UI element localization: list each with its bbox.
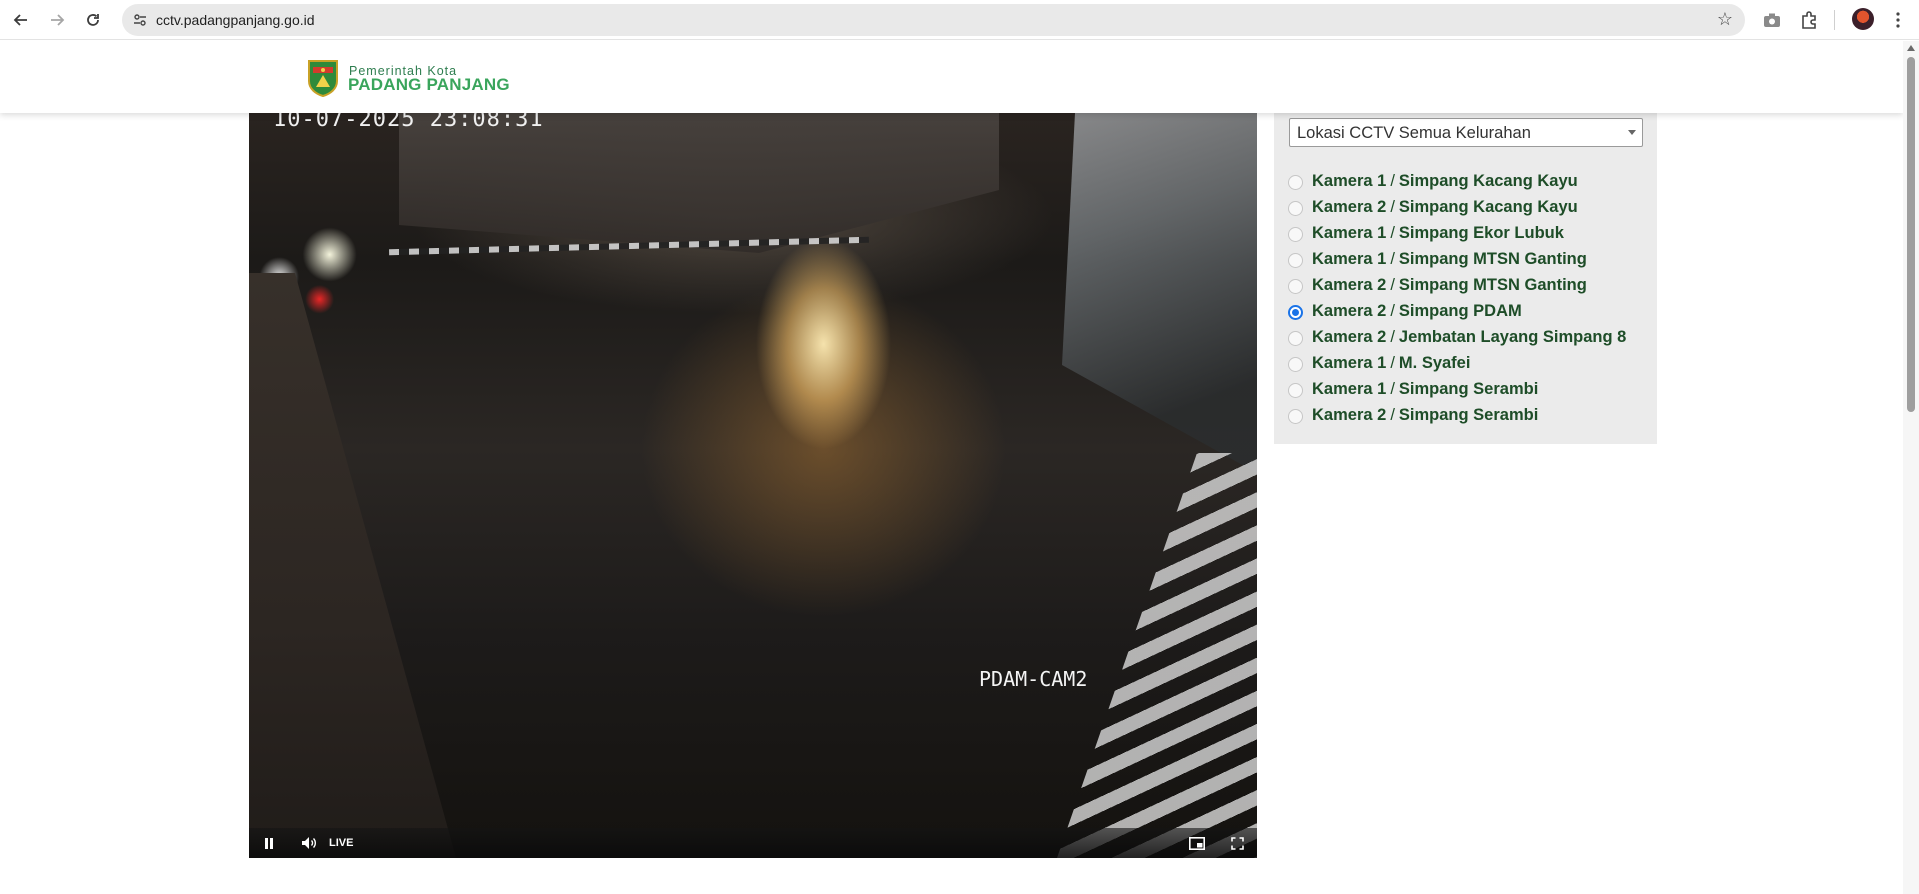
camera-option-label[interactable]: Kamera 2/Simpang MTSN Ganting [1312, 276, 1587, 295]
camera-number: Kamera 1 [1312, 250, 1387, 268]
camera-number: Kamera 2 [1312, 276, 1387, 294]
camera-location: M. Syafei [1398, 354, 1471, 372]
video-scene-sidewalk [249, 273, 456, 858]
camera-radio[interactable] [1288, 331, 1303, 346]
video-controls: LIVE [249, 828, 1257, 858]
video-scene-building-right [1062, 113, 1257, 473]
camera-option-label[interactable]: Kamera 1/Simpang Kacang Kayu [1312, 172, 1578, 191]
browser-toolbar: cctv.padangpanjang.go.id ☆ [0, 0, 1919, 40]
camera-number: Kamera 2 [1312, 328, 1387, 346]
camera-panel: Lokasi CCTV Semua Kelurahan Kamera 1/Sim… [1274, 113, 1657, 444]
video-camera-label: PDAM-CAM2 [979, 667, 1088, 691]
camera-radio[interactable] [1288, 253, 1303, 268]
camera-location: Simpang PDAM [1398, 302, 1522, 320]
camera-separator: / [1390, 302, 1395, 320]
camera-location: Jembatan Layang Simpang 8 [1398, 328, 1627, 346]
camera-separator: / [1390, 406, 1395, 424]
live-indicator: LIVE [329, 837, 354, 849]
camera-radio[interactable] [1288, 279, 1303, 294]
camera-location: Simpang Kacang Kayu [1398, 172, 1578, 190]
camera-separator: / [1390, 250, 1395, 268]
fullscreen-icon[interactable] [1228, 833, 1246, 853]
site-info-icon[interactable] [132, 12, 148, 28]
camera-separator: / [1390, 198, 1395, 216]
camera-separator: / [1390, 354, 1395, 372]
camera-option[interactable]: Kamera 1/Simpang Ekor Lubuk [1274, 221, 1657, 247]
forward-icon[interactable] [44, 7, 70, 33]
profile-avatar[interactable] [1852, 8, 1874, 30]
reload-icon[interactable] [80, 7, 106, 33]
city-emblem-icon[interactable] [307, 59, 339, 97]
scrollbar-thumb[interactable] [1907, 57, 1915, 412]
camera-option-label[interactable]: Kamera 2/Simpang Serambi [1312, 406, 1538, 425]
camera-radio[interactable] [1288, 383, 1303, 398]
camera-radio[interactable] [1288, 201, 1303, 216]
camera-separator: / [1390, 380, 1395, 398]
camera-option-label[interactable]: Kamera 2/Simpang Kacang Kayu [1312, 198, 1578, 217]
page-content: Pemerintah Kota PADANG PANJANG 10-07-202… [0, 41, 1903, 894]
camera-icon[interactable] [1760, 8, 1784, 32]
camera-separator: / [1390, 276, 1395, 294]
camera-number: Kamera 2 [1312, 406, 1387, 424]
site-header: Pemerintah Kota PADANG PANJANG [0, 41, 1903, 113]
video-scene-buildings [399, 113, 999, 253]
location-select[interactable]: Lokasi CCTV Semua Kelurahan [1289, 118, 1643, 147]
camera-location: Simpang MTSN Ganting [1398, 250, 1587, 268]
camera-location: Simpang Serambi [1398, 380, 1539, 398]
camera-location: Simpang Ekor Lubuk [1398, 224, 1564, 242]
camera-option-label[interactable]: Kamera 1/Simpang Ekor Lubuk [1312, 224, 1564, 243]
camera-number: Kamera 1 [1312, 380, 1387, 398]
volume-icon[interactable] [300, 833, 318, 853]
toolbar-divider [1834, 10, 1835, 30]
camera-option[interactable]: Kamera 1/Simpang Serambi [1274, 377, 1657, 403]
extensions-icon[interactable] [1797, 8, 1821, 32]
camera-option[interactable]: Kamera 1/Simpang MTSN Ganting [1274, 247, 1657, 273]
camera-option-label[interactable]: Kamera 2/Simpang PDAM [1312, 302, 1522, 321]
cctv-video-player[interactable]: 10-07-2025 23:08:31 PDAM-CAM2 LIVE [249, 113, 1257, 858]
logo-title[interactable]: PADANG PANJANG [348, 75, 510, 95]
camera-location: Simpang Serambi [1398, 406, 1539, 424]
location-select-value: Lokasi CCTV Semua Kelurahan [1297, 124, 1531, 142]
camera-number: Kamera 1 [1312, 354, 1387, 372]
camera-option[interactable]: Kamera 1/Simpang Kacang Kayu [1274, 169, 1657, 195]
pause-icon[interactable] [261, 833, 277, 853]
bookmark-star-icon[interactable]: ☆ [1717, 9, 1733, 30]
address-bar[interactable]: cctv.padangpanjang.go.id ☆ [122, 4, 1745, 36]
camera-number: Kamera 2 [1312, 198, 1387, 216]
video-scene-crosswalk [1057, 453, 1257, 858]
camera-list: Kamera 1/Simpang Kacang Kayu Kamera 2/Sim… [1274, 169, 1657, 429]
back-icon[interactable] [8, 7, 34, 33]
camera-option[interactable]: Kamera 2/Simpang Serambi [1274, 403, 1657, 429]
camera-radio[interactable] [1288, 175, 1303, 190]
camera-location: Simpang Kacang Kayu [1398, 198, 1578, 216]
video-timestamp: 10-07-2025 23:08:31 [273, 113, 544, 132]
camera-separator: / [1390, 172, 1395, 190]
camera-option-label[interactable]: Kamera 1/M. Syafei [1312, 354, 1470, 373]
camera-radio[interactable] [1288, 409, 1303, 424]
menu-kebab-icon[interactable] [1886, 8, 1910, 32]
scroll-up-arrow-icon[interactable] [1907, 45, 1915, 51]
camera-option-label[interactable]: Kamera 2/Jembatan Layang Simpang 8 [1312, 328, 1626, 347]
picture-in-picture-icon[interactable] [1188, 833, 1206, 853]
camera-radio[interactable] [1288, 227, 1303, 242]
camera-option[interactable]: Kamera 2/Simpang PDAM [1274, 299, 1657, 325]
camera-radio[interactable] [1288, 357, 1303, 372]
page-scrollbar[interactable] [1903, 41, 1919, 894]
camera-number: Kamera 1 [1312, 172, 1387, 190]
camera-separator: / [1390, 328, 1395, 346]
camera-number: Kamera 2 [1312, 302, 1387, 320]
camera-option[interactable]: Kamera 2/Simpang MTSN Ganting [1274, 273, 1657, 299]
camera-option[interactable]: Kamera 2/Jembatan Layang Simpang 8 [1274, 325, 1657, 351]
camera-separator: / [1390, 224, 1395, 242]
camera-location: Simpang MTSN Ganting [1398, 276, 1587, 294]
camera-radio[interactable] [1288, 305, 1303, 320]
camera-option[interactable]: Kamera 2/Simpang Kacang Kayu [1274, 195, 1657, 221]
camera-option-label[interactable]: Kamera 1/Simpang MTSN Ganting [1312, 250, 1587, 269]
camera-option-label[interactable]: Kamera 1/Simpang Serambi [1312, 380, 1538, 399]
camera-number: Kamera 1 [1312, 224, 1387, 242]
dropdown-arrow-icon [1628, 130, 1636, 135]
url-text: cctv.padangpanjang.go.id [156, 12, 315, 28]
camera-option[interactable]: Kamera 1/M. Syafei [1274, 351, 1657, 377]
